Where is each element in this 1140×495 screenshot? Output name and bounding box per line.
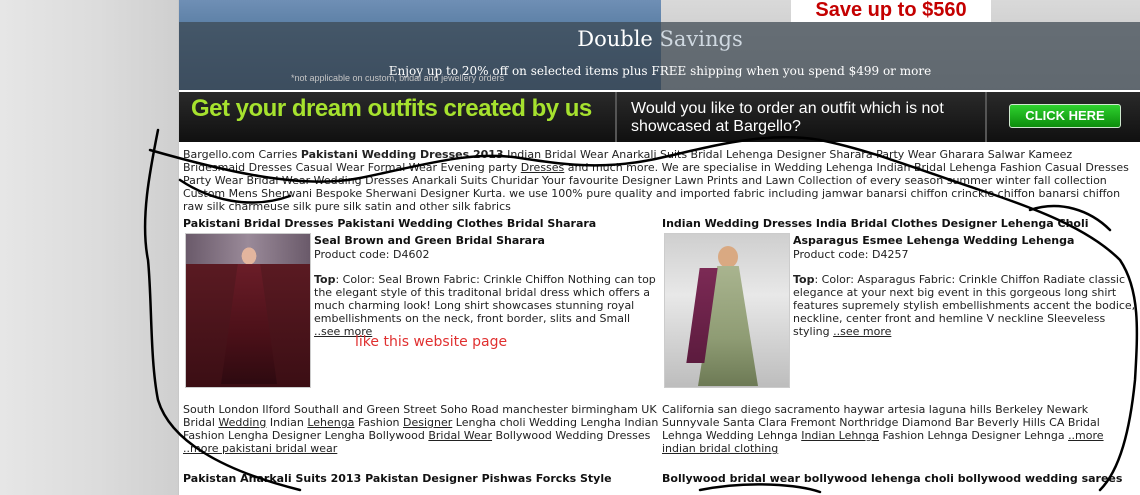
web-page: Save up to $560 Double Savings Enjoy up … — [178, 0, 1140, 495]
product-image-lehenga[interactable] — [664, 233, 790, 388]
footer-text: Fashion Lehnga Designer Lehnga — [879, 429, 1069, 442]
bar-divider — [615, 92, 617, 142]
save-badge: Save up to $560 — [791, 0, 991, 22]
product-description: Top: Color: Seal Brown Fabric: Crinkle C… — [314, 273, 658, 338]
bar-divider — [985, 92, 987, 142]
product-code: Product code: D4602 — [314, 248, 430, 261]
desc-label: Top — [793, 273, 815, 286]
click-here-button[interactable]: CLICK HERE — [1009, 104, 1121, 128]
annotation-text: like this website page — [355, 334, 508, 350]
dream-outfits-text: Get your dream outfits created by us — [191, 95, 592, 122]
product-image-sharara[interactable] — [185, 233, 311, 388]
intro-paragraph: Bargello.com Carries Pakistani Wedding D… — [183, 148, 1137, 213]
intro-text: Bargello.com Carries — [183, 148, 301, 161]
intro-bold: Pakistani Wedding Dresses 2013 — [300, 148, 504, 161]
dress-shape — [221, 264, 277, 384]
desc-label: Top — [314, 273, 336, 286]
promo-banner[interactable]: Save up to $560 Double Savings Enjoy up … — [179, 0, 1140, 90]
right-keyword-block: California san diego sacramento haywar a… — [662, 403, 1136, 455]
product-description: Top: Color: Asparagus Fabric: Crinkle Ch… — [793, 273, 1137, 338]
indian-lehnga-link[interactable]: Indian Lehnga — [801, 429, 879, 442]
right-section-title[interactable]: Indian Wedding Dresses India Bridal Clot… — [662, 217, 1089, 230]
desc-text: : Color: Seal Brown Fabric: Crinkle Chif… — [314, 273, 656, 325]
headline-part2: Savings — [652, 27, 743, 51]
footer-text: Bollywood Wedding Dresses — [492, 429, 651, 442]
bottom-left-title[interactable]: Pakistan Anarkali Suits 2013 Pakistan De… — [183, 472, 612, 485]
left-gutter — [0, 0, 178, 495]
lehenga-link[interactable]: Lehenga — [307, 416, 354, 429]
custom-order-question: Would you like to order an outfit which … — [631, 100, 944, 135]
left-section-title[interactable]: Pakistani Bridal Dresses Pakistani Weddi… — [183, 217, 596, 230]
wedding-link[interactable]: Wedding — [218, 416, 266, 429]
dresses-link[interactable]: Dresses — [521, 161, 564, 174]
product-code: Product code: D4257 — [793, 248, 909, 261]
headline-part1: Double — [577, 27, 653, 51]
bottom-right-title[interactable]: Bollywood bridal wear bollywood lehenga … — [662, 472, 1122, 485]
see-more-link[interactable]: ..see more — [833, 325, 891, 338]
custom-order-bar: Get your dream outfits created by us Wou… — [179, 92, 1140, 142]
banner-disclaimer: *not applicable on custom, bridal and je… — [291, 73, 505, 83]
product-name[interactable]: Asparagus Esmee Lehenga Wedding Lehenga — [793, 234, 1074, 247]
banner-headline: Double Savings — [179, 29, 1140, 50]
footer-text: Indian — [266, 416, 308, 429]
footer-text: Fashion — [354, 416, 404, 429]
more-pakistani-link[interactable]: ..more pakistani bridal wear — [183, 442, 337, 455]
product-name[interactable]: Seal Brown and Green Bridal Sharara — [314, 234, 545, 247]
designer-link[interactable]: Designer — [403, 416, 452, 429]
model-head — [718, 246, 738, 268]
bridal-wear-link[interactable]: Bridal Wear — [428, 429, 492, 442]
left-keyword-block: South London Ilford Southall and Green S… — [183, 403, 659, 455]
